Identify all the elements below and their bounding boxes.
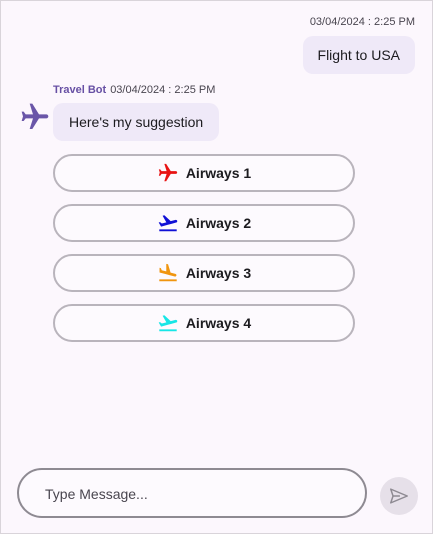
suggestion-label: Airways 3 bbox=[185, 265, 252, 281]
message-input[interactable] bbox=[43, 470, 347, 518]
user-message-bubble: Flight to USA bbox=[302, 36, 415, 74]
airplane-icon bbox=[158, 163, 177, 182]
flight-land-icon bbox=[159, 263, 177, 282]
suggestion-airways-2[interactable]: Airways 2 bbox=[53, 204, 355, 242]
suggestion-label: Airways 2 bbox=[185, 215, 252, 231]
flight-takeoff-icon bbox=[158, 315, 178, 332]
suggestion-list: Airways 1 Airways 2 Airways 3 Airways 4 bbox=[53, 154, 355, 354]
suggestion-airways-1[interactable]: Airways 1 bbox=[53, 154, 355, 192]
bot-message-timestamp: 03/04/2024 : 2:25 PM bbox=[110, 84, 216, 96]
chat-window: 03/04/2024 : 2:25 PM Flight to USA Trave… bbox=[0, 0, 433, 534]
send-icon bbox=[390, 488, 408, 504]
user-message-timestamp: 03/04/2024 : 2:25 PM bbox=[309, 16, 415, 28]
bot-author-name: Travel Bot bbox=[53, 84, 107, 96]
send-button[interactable] bbox=[380, 477, 418, 515]
flight-takeoff-icon bbox=[158, 215, 178, 232]
suggestion-label: Airways 1 bbox=[185, 165, 252, 181]
bot-message-header: Travel Bot 03/04/2024 : 2:25 PM bbox=[53, 84, 215, 96]
suggestion-label: Airways 4 bbox=[185, 315, 252, 331]
airplane-icon bbox=[19, 101, 51, 133]
suggestion-airways-4[interactable]: Airways 4 bbox=[53, 304, 355, 342]
message-input-container bbox=[17, 468, 367, 518]
bot-message-bubble: Here's my suggestion bbox=[53, 103, 220, 141]
suggestion-airways-3[interactable]: Airways 3 bbox=[53, 254, 355, 292]
